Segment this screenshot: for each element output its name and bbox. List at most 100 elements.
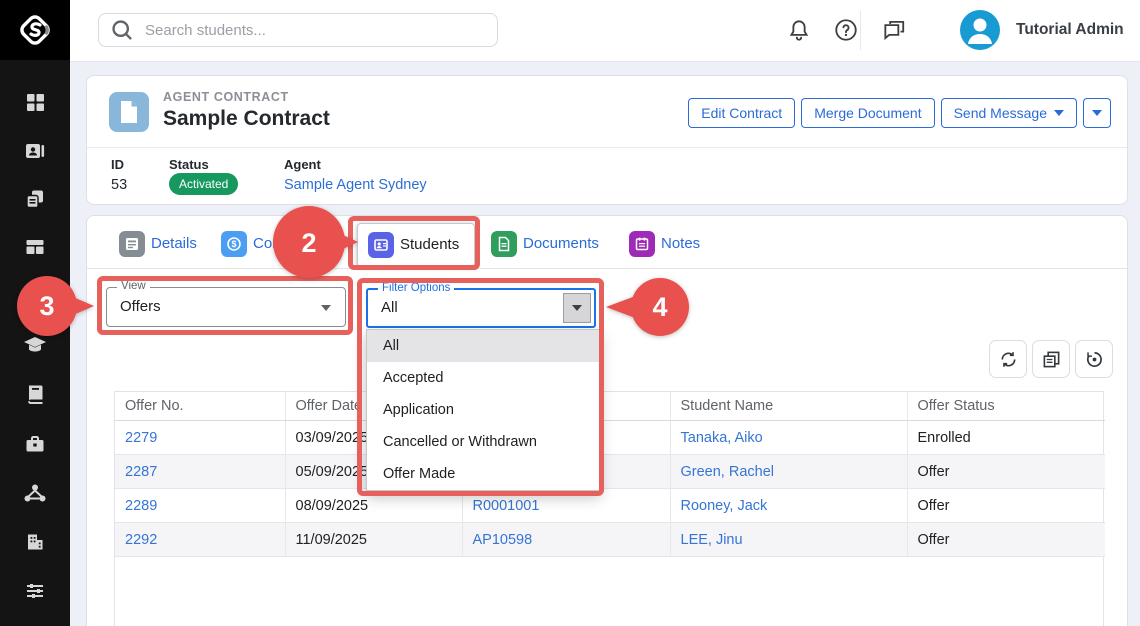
search-input[interactable] [143,21,487,40]
tab-notes[interactable]: Notes [661,235,700,252]
history-icon [1085,350,1104,369]
sidebar-item-agents[interactable] [0,480,70,506]
col-offer-status: Offer Status [907,392,1105,421]
documents-tab-icon [491,231,517,257]
id-label: ID [111,157,124,172]
global-search[interactable] [98,13,498,47]
offer-link[interactable]: 2289 [125,498,157,514]
page-title: Sample Contract [163,107,330,131]
offer-status-cell: Offer [907,489,1105,523]
chat-icon [881,17,907,43]
merge-document-label: Merge Document [814,105,921,121]
student-name-link[interactable]: Rooney, Jack [681,498,768,514]
dashboard-icon [24,91,46,113]
table-row: 2279 03/09/2025 Tanaka, Aiko Enrolled [115,421,1105,455]
sidebar-item-services[interactable] [0,431,70,457]
student-no-link[interactable]: R0001001 [473,498,540,514]
offer-date-cell: 11/09/2025 [285,523,462,557]
sidebar-item-settings[interactable] [0,578,70,604]
user-name[interactable]: Tutorial Admin [1016,21,1124,39]
status-badge: Activated [169,173,238,195]
more-actions-button[interactable] [1083,98,1111,128]
book-icon [24,383,46,405]
tab-details[interactable]: Details [151,235,197,252]
copy-button[interactable] [1032,340,1070,378]
step-2-pin: 2 [270,204,362,280]
logo-icon [17,12,53,48]
svg-text:3: 3 [39,291,54,321]
avatar[interactable] [960,10,1000,50]
layout-icon [24,236,46,258]
contract-header-card: AGENT CONTRACT Sample Contract Edit Cont… [86,75,1128,205]
record-category: AGENT CONTRACT [163,90,289,104]
table-actions [989,340,1113,378]
highlight-box-view-select [97,276,353,335]
send-message-button[interactable]: Send Message [941,98,1077,128]
merge-document-button[interactable]: Merge Document [801,98,934,128]
topbar-divider [860,11,861,50]
col-student-name: Student Name [670,392,907,421]
search-icon [109,17,135,43]
pages-icon [24,188,46,210]
notes-tab-icon [629,231,655,257]
document-icon [118,100,140,124]
offer-status-cell: Offer [907,455,1105,489]
send-message-label: Send Message [954,105,1047,121]
details-tab-icon [119,231,145,257]
offers-table-container: Offer No. Offer Date Student Name Offer … [114,391,1104,626]
svg-text:2: 2 [301,228,316,258]
col-offer-no: Offer No. [115,392,285,421]
table-row: 2292 11/09/2025 AP10598 LEE, Jinu Offer [115,523,1105,557]
svg-text:$: $ [231,239,236,249]
refresh-icon [999,350,1018,369]
student-no-link[interactable]: AP10598 [473,532,533,548]
table-header-row: Offer No. Offer Date Student Name Offer … [115,392,1105,421]
sidebar-item-pages[interactable] [0,186,70,212]
sidebar-item-dashboard[interactable] [0,89,70,115]
history-button[interactable] [1075,340,1113,378]
sidebar-item-layout[interactable] [0,234,70,260]
notifications-button[interactable] [786,17,812,48]
agent-link[interactable]: Sample Agent Sydney [284,177,427,193]
status-badge-text: Activated [169,173,238,195]
header-divider [87,147,1127,148]
sidebar-item-subjects[interactable] [0,381,70,407]
header-actions: Edit Contract Merge Document Send Messag… [688,98,1111,128]
chevron-down-icon [1054,110,1064,116]
agent-label: Agent [284,157,321,172]
network-icon [23,482,47,504]
chat-button[interactable] [881,17,907,48]
offer-link[interactable]: 2287 [125,464,157,480]
user-icon [960,10,1000,50]
refresh-button[interactable] [989,340,1027,378]
offer-link[interactable]: 2279 [125,430,157,446]
step-3-pin: 3 [14,274,96,338]
status-label: Status [169,157,209,172]
tab-documents[interactable]: Documents [523,235,599,252]
contract-icon [109,92,149,132]
highlight-box-students-tab [348,216,480,270]
chevron-down-icon [1092,110,1102,116]
offers-table: Offer No. Offer Date Student Name Offer … [115,392,1105,557]
students-icon [24,139,46,161]
briefcase-icon [24,433,46,455]
id-value: 53 [111,177,127,193]
notifications-icon [786,17,812,43]
table-row: 2287 05/09/2025 Green, Rachel Offer [115,455,1105,489]
student-name-link[interactable]: Tanaka, Aiko [681,430,763,446]
sidebar-item-organisations[interactable] [0,529,70,555]
app-logo[interactable] [0,0,70,60]
offer-status-cell: Offer [907,523,1105,557]
building-icon [24,531,46,553]
sliders-icon [24,580,46,602]
edit-contract-label: Edit Contract [701,105,782,121]
highlight-box-filter-options [357,278,604,496]
student-name-link[interactable]: LEE, Jinu [681,532,743,548]
tabs-divider [87,268,1127,269]
help-button[interactable] [833,17,859,48]
sidebar-item-students[interactable] [0,137,70,163]
offer-link[interactable]: 2292 [125,532,157,548]
step-4-pin: 4 [604,277,690,337]
student-name-link[interactable]: Green, Rachel [681,464,775,480]
edit-contract-button[interactable]: Edit Contract [688,98,795,128]
